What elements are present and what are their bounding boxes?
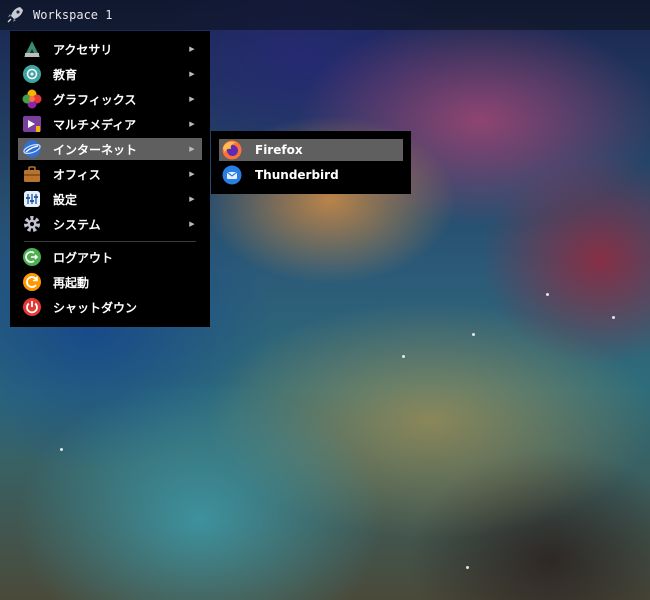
star <box>466 566 469 569</box>
menu-item-label: マルチメディア <box>53 117 137 132</box>
menu-item-graphics[interactable]: グラフィックス ▶ <box>18 88 202 110</box>
menu-item-label: 教育 <box>53 67 78 82</box>
star <box>612 316 615 319</box>
accessories-icon <box>22 39 42 59</box>
star <box>402 355 405 358</box>
education-icon <box>22 64 42 84</box>
menu-item-label: オフィス <box>53 167 101 182</box>
star <box>60 448 63 451</box>
thunderbird-icon <box>221 164 243 186</box>
shutdown-icon <box>22 297 42 317</box>
menu-item-label: インターネット <box>53 142 138 157</box>
submenu-item-label: Thunderbird <box>255 168 339 182</box>
menu-item-shutdown[interactable]: シャットダウン <box>18 296 202 318</box>
submenu-arrow-icon: ▶ <box>189 145 195 153</box>
internet-submenu: Firefox Thunderbird <box>211 131 411 194</box>
menu-item-label: システム <box>53 217 101 232</box>
submenu-item-thunderbird[interactable]: Thunderbird <box>219 164 403 186</box>
submenu-arrow-icon: ▶ <box>189 170 195 178</box>
submenu-arrow-icon: ▶ <box>189 220 195 228</box>
submenu-arrow-icon: ▶ <box>189 45 195 53</box>
menu-item-label: ログアウト <box>53 250 114 265</box>
menu-item-settings[interactable]: 設定 ▶ <box>18 188 202 210</box>
menu-item-internet[interactable]: インターネット ▶ <box>18 138 202 160</box>
submenu-arrow-icon: ▶ <box>189 95 195 103</box>
firefox-icon <box>221 139 243 161</box>
menu-item-system[interactable]: システム ▶ <box>18 213 202 235</box>
menu-item-accessories[interactable]: アクセサリ ▶ <box>18 38 202 60</box>
menu-item-logout[interactable]: ログアウト <box>18 246 202 268</box>
submenu-arrow-icon: ▶ <box>189 70 195 78</box>
menu-separator <box>24 241 196 242</box>
workspace-label[interactable]: Workspace 1 <box>33 8 112 22</box>
graphics-icon <box>22 89 42 109</box>
menu-item-label: アクセサリ <box>53 42 113 57</box>
office-icon <box>22 164 42 184</box>
logout-icon <box>22 247 42 267</box>
menu-item-label: シャットダウン <box>53 300 138 315</box>
reboot-icon <box>22 272 42 292</box>
submenu-arrow-icon: ▶ <box>189 120 195 128</box>
submenu-arrow-icon: ▶ <box>189 195 195 203</box>
star <box>546 293 549 296</box>
menu-item-reboot[interactable]: 再起動 <box>18 271 202 293</box>
star <box>472 333 475 336</box>
menu-item-office[interactable]: オフィス ▶ <box>18 163 202 185</box>
internet-icon <box>22 139 42 159</box>
menu-item-education[interactable]: 教育 ▶ <box>18 63 202 85</box>
menu-item-label: 設定 <box>53 192 78 207</box>
application-menu: アクセサリ ▶ 教育 ▶ グラフィックス ▶ マルチメディア ▶ インターネット… <box>10 31 210 327</box>
settings-icon <box>22 189 42 209</box>
submenu-item-firefox[interactable]: Firefox <box>219 139 403 161</box>
menu-item-multimedia[interactable]: マルチメディア ▶ <box>18 113 202 135</box>
menu-item-label: グラフィックス <box>53 92 137 107</box>
launcher-button[interactable] <box>0 0 30 30</box>
submenu-item-label: Firefox <box>255 143 303 157</box>
multimedia-icon <box>22 114 42 134</box>
menu-item-label: 再起動 <box>53 275 90 290</box>
rocket-icon <box>7 7 23 23</box>
taskbar: Workspace 1 <box>0 0 650 30</box>
system-icon <box>22 214 42 234</box>
